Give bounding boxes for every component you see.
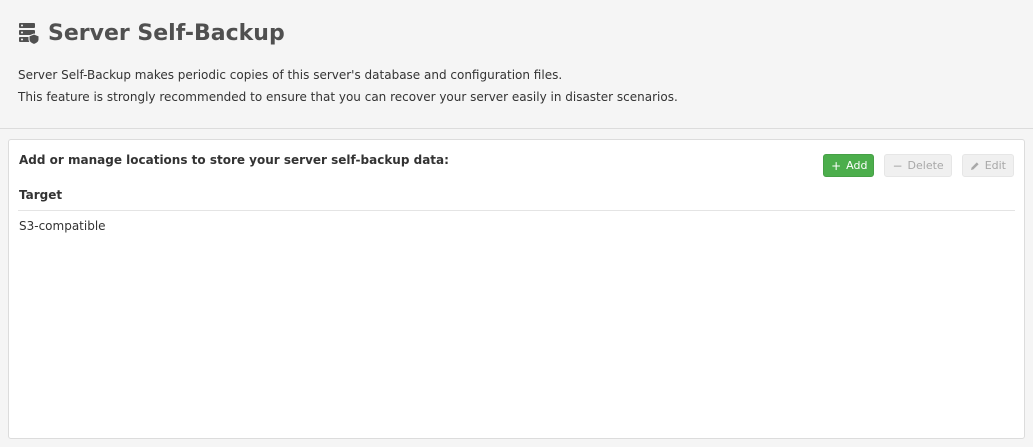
add-button[interactable]: + Add	[823, 154, 875, 177]
add-button-label: Add	[846, 159, 868, 172]
delete-button-label: Delete	[907, 159, 944, 172]
toolbar: + Add − Delete Edit	[823, 154, 1014, 177]
backup-locations-panel: Add or manage locations to store your se…	[8, 139, 1025, 439]
page-title: Server Self-Backup	[48, 20, 285, 46]
server-backup-icon	[19, 23, 40, 45]
description-line-2: This feature is strongly recommended to …	[18, 90, 678, 104]
edit-button[interactable]: Edit	[961, 154, 1014, 177]
description-line-1: Server Self-Backup makes periodic copies…	[18, 68, 563, 82]
plus-icon: +	[831, 158, 842, 173]
panel-heading: Add or manage locations to store your se…	[19, 153, 449, 167]
edit-button-label: Edit	[984, 159, 1006, 172]
pencil-icon	[970, 161, 979, 170]
title-row: Server Self-Backup	[18, 18, 285, 48]
table-cell-target: S3-compatible	[19, 219, 106, 233]
column-header-target[interactable]: Target	[18, 188, 62, 202]
table-row[interactable]: S3-compatible	[18, 211, 1015, 241]
minus-icon: −	[892, 158, 903, 173]
page-header: Server Self-Backup Server Self-Backup ma…	[0, 0, 1033, 129]
delete-button[interactable]: − Delete	[884, 154, 952, 177]
locations-table: Target S3-compatible	[18, 180, 1015, 241]
table-header-row: Target	[18, 180, 1015, 211]
